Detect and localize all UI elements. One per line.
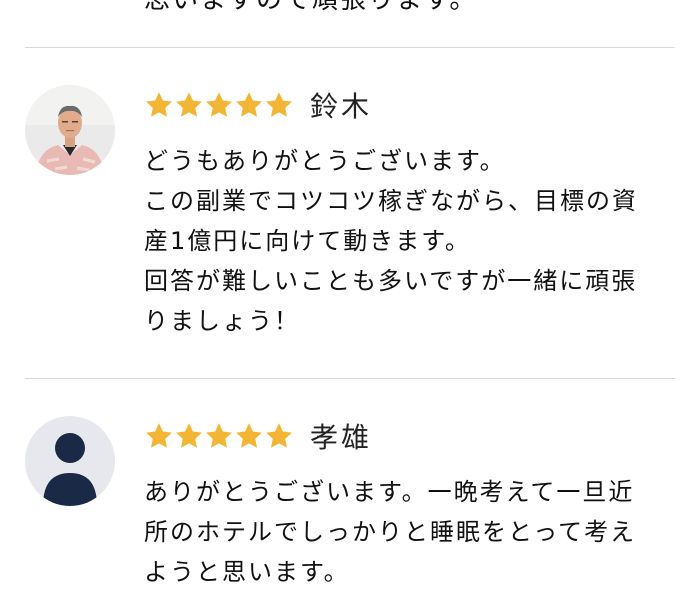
- star-icon: [174, 421, 204, 451]
- divider: [25, 378, 675, 379]
- star-icon: [264, 90, 294, 120]
- default-user-avatar: [25, 416, 115, 506]
- star-rating: [144, 421, 294, 451]
- star-icon: [234, 421, 264, 451]
- review-text-line: 産1億円に向けて動きます。: [144, 227, 471, 255]
- star-icon: [204, 421, 234, 451]
- review-text-line: ありがとうございます。一晩考えて一旦近: [144, 478, 635, 506]
- divider: [25, 47, 675, 48]
- review-text-line: 所のホテルでしっかりと睡眠をとって考え: [144, 518, 637, 546]
- review-text: ありがとうございます。一晩考えて一旦近 所のホテルでしっかりと睡眠をとって考え …: [144, 472, 674, 592]
- star-icon: [234, 90, 264, 120]
- reviewer-name: 孝雄: [310, 421, 373, 454]
- reviewer-name: 鈴木: [310, 90, 373, 123]
- review-text-line: どうもありがとうございます。: [144, 147, 506, 175]
- star-rating: [144, 90, 294, 120]
- user-photo-avatar: [25, 85, 115, 175]
- star-icon: [144, 421, 174, 451]
- review-text-line: 回答が難しいことも多いですが一緒に頑張: [144, 267, 638, 295]
- review-text-line: この副業でコツコツ稼ぎながら、目標の資: [144, 187, 638, 215]
- star-icon: [204, 90, 234, 120]
- review-text: どうもありがとうございます。 この副業でコツコツ稼ぎながら、目標の資 産1億円に…: [144, 141, 674, 341]
- review-text-line: りましょう！: [144, 307, 300, 335]
- review-text-line: ようと思います。: [144, 558, 350, 586]
- star-icon: [174, 90, 204, 120]
- star-icon: [264, 421, 294, 451]
- review-header: 孝雄: [144, 416, 372, 456]
- review-header: 鈴木: [144, 85, 372, 125]
- previous-review-text: 思いますので頑張ります。: [144, 0, 478, 15]
- user-icon: [55, 433, 85, 463]
- star-icon: [144, 90, 174, 120]
